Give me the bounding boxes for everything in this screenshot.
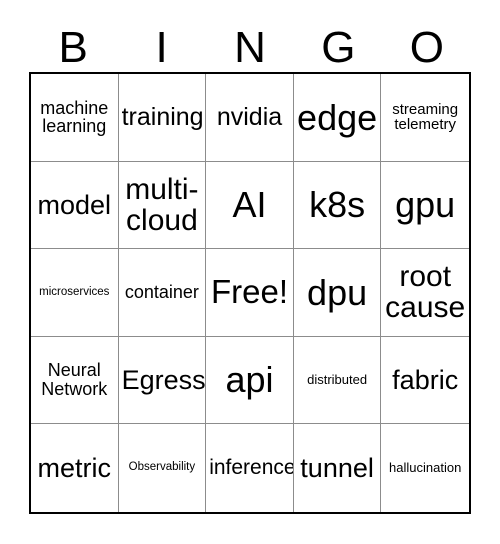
- bingo-cell-n1[interactable]: nvidia: [206, 74, 294, 162]
- bingo-cell-label: microservices: [39, 285, 110, 298]
- bingo-cell-i1[interactable]: training: [118, 74, 207, 162]
- bingo-cell-b5[interactable]: metric: [31, 424, 119, 512]
- bingo-cell-label: fabric: [392, 365, 459, 396]
- bingo-cell-i3[interactable]: container: [118, 249, 207, 337]
- bingo-cell-n5[interactable]: inference: [206, 424, 294, 512]
- bingo-cell-label: training: [121, 103, 204, 132]
- bingo-cell-label: inference: [209, 456, 294, 480]
- bingo-cell-label: Egress: [121, 365, 206, 396]
- bingo-header-letter-g: G: [321, 23, 356, 72]
- bingo-cell-o5[interactable]: hallucination: [381, 424, 469, 512]
- bingo-cell-g3[interactable]: dpu: [293, 249, 382, 337]
- bingo-cell-label: Observability: [128, 461, 196, 474]
- bingo-header-letter-n: N: [234, 23, 266, 72]
- bingo-cell-o2[interactable]: gpu: [381, 161, 469, 250]
- bingo-cell-label: Neural Network: [41, 360, 108, 400]
- bingo-header-letter-o: O: [409, 23, 444, 72]
- bingo-cell-n2[interactable]: AI: [206, 161, 294, 250]
- bingo-cell-label: gpu: [395, 184, 456, 226]
- bingo-cell-label: machine learning: [40, 97, 109, 137]
- bingo-cell-label: Free!: [210, 273, 288, 311]
- bingo-header-letter-b: B: [58, 23, 88, 72]
- bingo-card: B I N G O machine learning training nvid…: [0, 0, 500, 544]
- bingo-grid: machine learning training nvidia edge st…: [29, 72, 471, 514]
- bingo-cell-label: hallucination: [389, 460, 462, 476]
- bingo-cell-label: root cause: [385, 260, 466, 325]
- bingo-cell-label: model: [37, 189, 112, 220]
- bingo-cell-label: k8s: [309, 184, 366, 226]
- bingo-cell-label: metric: [37, 453, 112, 484]
- bingo-cell-label: dpu: [307, 271, 368, 313]
- bingo-cell-b2[interactable]: model: [31, 161, 119, 250]
- bingo-cell-label: container: [124, 282, 199, 303]
- bingo-cell-b3[interactable]: microservices: [31, 249, 119, 337]
- bingo-cell-b1[interactable]: machine learning: [31, 74, 119, 162]
- bingo-cell-b4[interactable]: Neural Network: [31, 336, 119, 425]
- bingo-cell-label: AI: [232, 184, 267, 226]
- bingo-cell-i5[interactable]: Observability: [118, 424, 207, 512]
- bingo-cell-o1[interactable]: streaming telemetry: [381, 74, 469, 162]
- bingo-cell-label: distributed: [307, 372, 368, 388]
- bingo-cell-n4[interactable]: api: [206, 336, 294, 425]
- bingo-cell-g1[interactable]: edge: [293, 74, 382, 162]
- bingo-cell-label: tunnel: [300, 453, 374, 484]
- bingo-cell-label: api: [225, 359, 274, 401]
- bingo-header-letter-i: I: [155, 23, 168, 72]
- bingo-cell-i4[interactable]: Egress: [118, 336, 207, 425]
- bingo-cell-label: edge: [297, 96, 378, 138]
- bingo-cell-label: streaming telemetry: [392, 100, 459, 134]
- bingo-header-row: B I N G O: [29, 14, 471, 72]
- bingo-cell-o4[interactable]: fabric: [381, 336, 469, 425]
- bingo-cell-label: multi- cloud: [125, 172, 199, 237]
- bingo-cell-label: nvidia: [216, 103, 283, 132]
- bingo-cell-o3[interactable]: root cause: [381, 249, 469, 337]
- bingo-cell-g2[interactable]: k8s: [293, 161, 382, 250]
- bingo-cell-g4[interactable]: distributed: [293, 336, 382, 425]
- bingo-cell-free-space[interactable]: Free!: [206, 249, 294, 337]
- bingo-cell-i2[interactable]: multi- cloud: [118, 161, 207, 250]
- bingo-cell-g5[interactable]: tunnel: [293, 424, 382, 512]
